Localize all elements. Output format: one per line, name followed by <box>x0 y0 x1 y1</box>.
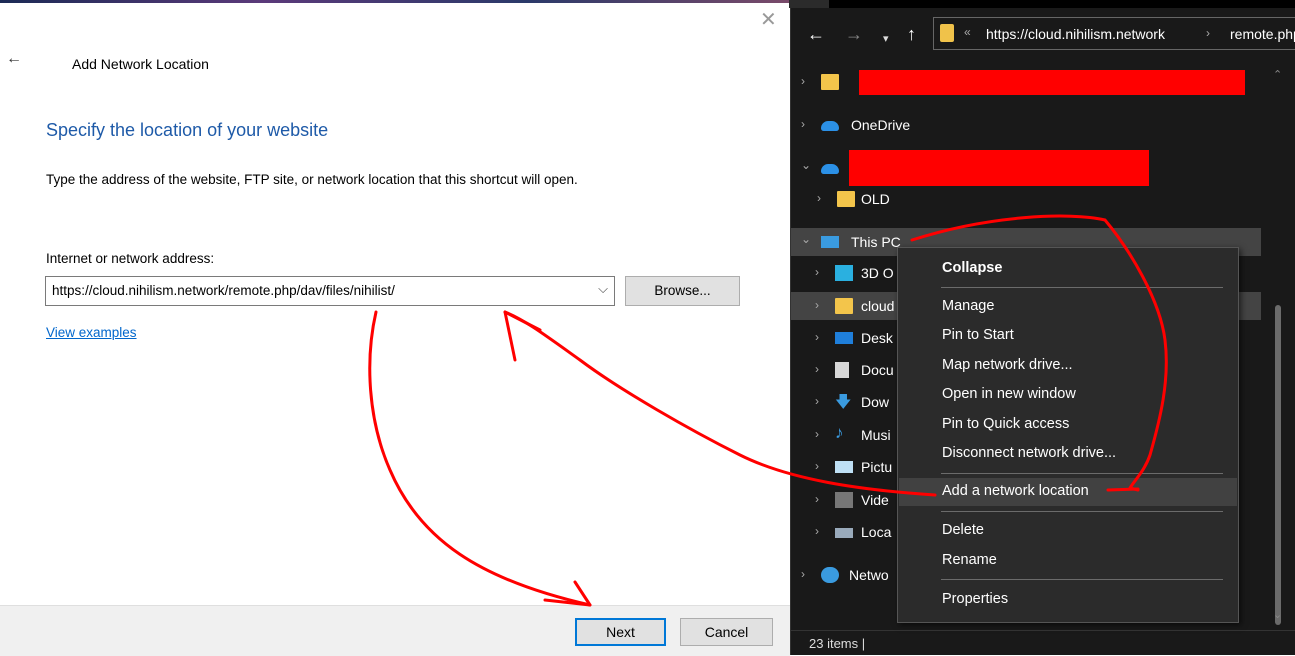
menu-separator <box>941 579 1223 580</box>
menu-item-collapse[interactable]: Collapse <box>899 255 1237 283</box>
cancel-button[interactable]: Cancel <box>680 618 773 646</box>
desktop-icon <box>835 332 853 344</box>
menu-item-pin-quick-access[interactable]: Pin to Quick access <box>899 411 1237 439</box>
scroll-up-icon[interactable]: ⌃ <box>1273 68 1282 81</box>
tree-item-label: Pictu <box>861 459 893 475</box>
expand-chevron-icon[interactable]: › <box>815 298 819 312</box>
menu-item-open-new-window[interactable]: Open in new window <box>899 381 1237 409</box>
tree-item-label: Loca <box>861 524 892 540</box>
network-drive-icon <box>835 298 853 314</box>
music-icon: ♪ <box>835 423 844 442</box>
wizard-heading: Specify the location of your website <box>46 120 329 140</box>
overflow-chevron-icon[interactable]: « <box>964 25 971 39</box>
chevron-down-icon[interactable]: ⌵ <box>598 281 608 297</box>
scrollbar-thumb[interactable] <box>1275 305 1281 625</box>
breadcrumb-segment[interactable]: remote.php <box>1230 26 1295 42</box>
redaction-box <box>859 70 1245 95</box>
downloads-icon: 🡇 <box>835 394 852 411</box>
address-input[interactable]: https://cloud.nihilism.network/remote.ph… <box>52 283 395 298</box>
back-icon[interactable]: ← <box>807 24 825 44</box>
browse-button[interactable]: Browse... <box>625 276 740 306</box>
tree-item-label: OLD <box>861 191 890 207</box>
tree-item-label: Vide <box>861 492 889 508</box>
forward-icon[interactable]: → <box>845 24 863 44</box>
redaction-box <box>849 150 1149 186</box>
next-button[interactable]: Next <box>575 618 666 646</box>
scrollbar[interactable]: ⌃ ⌄ <box>1261 60 1295 630</box>
tree-item[interactable]: › <box>791 68 1261 96</box>
collapse-chevron-icon[interactable]: ⌄ <box>801 158 811 172</box>
wizard-title: Add Network Location <box>72 56 209 72</box>
local-disk-icon <box>835 528 853 538</box>
expand-chevron-icon[interactable]: › <box>815 427 819 441</box>
pictures-icon <box>835 461 853 473</box>
tree-item-label: Musi <box>861 427 891 443</box>
expand-chevron-icon[interactable]: › <box>815 362 819 376</box>
tree-item-label: Docu <box>861 362 894 378</box>
menu-separator <box>941 511 1223 512</box>
menu-item-pin-to-start[interactable]: Pin to Start <box>899 322 1237 350</box>
collapse-chevron-icon[interactable]: ⌄ <box>801 232 811 246</box>
desktop-wallpaper-strip <box>0 0 790 3</box>
tree-item-label: Dow <box>861 394 890 410</box>
expand-chevron-icon[interactable]: › <box>815 330 819 344</box>
menu-separator <box>941 287 1223 288</box>
address-label: Internet or network address: <box>46 251 215 266</box>
tree-item-label: OneDrive <box>851 117 911 133</box>
menu-item-add-network-location[interactable]: Add a network location <box>899 478 1237 506</box>
folder-icon <box>837 191 855 207</box>
tree-item-label: 3D O <box>861 265 894 281</box>
3d-objects-icon <box>835 265 853 281</box>
tree-item-old[interactable]: › OLD <box>791 185 1261 213</box>
address-combobox[interactable]: https://cloud.nihilism.network/remote.ph… <box>45 276 615 306</box>
expand-chevron-icon[interactable]: › <box>815 394 819 408</box>
expand-chevron-icon[interactable]: › <box>815 265 819 279</box>
onedrive-icon <box>821 164 839 174</box>
tree-item-label: cloud <box>861 298 895 314</box>
close-icon[interactable]: ✕ <box>760 10 777 30</box>
network-icon <box>821 567 839 583</box>
menu-item-properties[interactable]: Properties <box>899 586 1237 614</box>
breadcrumb-segment[interactable]: https://cloud.nihilism.network <box>986 26 1165 42</box>
context-menu: Collapse Manage Pin to Start Map network… <box>897 247 1239 623</box>
status-bar: 23 items | <box>791 630 1295 656</box>
onedrive-icon <box>821 121 839 131</box>
documents-icon <box>835 362 849 378</box>
expand-chevron-icon[interactable]: › <box>815 492 819 506</box>
address-bar[interactable]: « https://cloud.nihilism.network › remot… <box>933 17 1295 50</box>
tree-item-label: This PC <box>851 234 901 250</box>
menu-separator <box>941 473 1223 474</box>
add-network-location-wizard: ✕ ← Add Network Location Specify the loc… <box>0 0 790 656</box>
menu-item-delete[interactable]: Delete <box>899 517 1237 545</box>
title-bar <box>789 0 1295 8</box>
up-icon[interactable]: ↑ <box>907 24 916 44</box>
wizard-footer <box>0 605 790 656</box>
scroll-down-icon[interactable]: ⌄ <box>1273 608 1282 621</box>
breadcrumb-separator-icon[interactable]: › <box>1206 26 1210 40</box>
tree-item-label: Netwo <box>849 567 889 583</box>
expand-chevron-icon[interactable]: › <box>801 567 805 581</box>
folder-icon <box>940 24 954 42</box>
videos-icon <box>835 492 853 508</box>
expand-chevron-icon[interactable]: › <box>815 459 819 473</box>
recent-locations-icon[interactable]: ▾ <box>883 29 889 49</box>
computer-icon <box>821 236 839 248</box>
back-arrow-icon[interactable]: ← <box>6 50 22 68</box>
tree-item-label: Desk <box>861 330 893 346</box>
expand-chevron-icon[interactable]: › <box>801 117 805 131</box>
menu-item-disconnect-network-drive[interactable]: Disconnect network drive... <box>899 440 1237 468</box>
tree-item-onedrive[interactable]: › OneDrive <box>791 111 1261 139</box>
menu-item-map-network-drive[interactable]: Map network drive... <box>899 352 1237 380</box>
expand-chevron-icon[interactable]: › <box>817 191 821 205</box>
expand-chevron-icon[interactable]: › <box>815 524 819 538</box>
menu-item-rename[interactable]: Rename <box>899 547 1237 575</box>
folder-icon <box>821 74 839 90</box>
menu-item-manage[interactable]: Manage <box>899 293 1237 321</box>
view-examples-link[interactable]: View examples <box>46 325 137 340</box>
expand-chevron-icon[interactable]: › <box>801 74 805 88</box>
tree-item[interactable]: ⌄ <box>791 150 1261 186</box>
wizard-description: Type the address of the website, FTP sit… <box>46 172 578 187</box>
item-count: 23 items | <box>809 636 866 651</box>
